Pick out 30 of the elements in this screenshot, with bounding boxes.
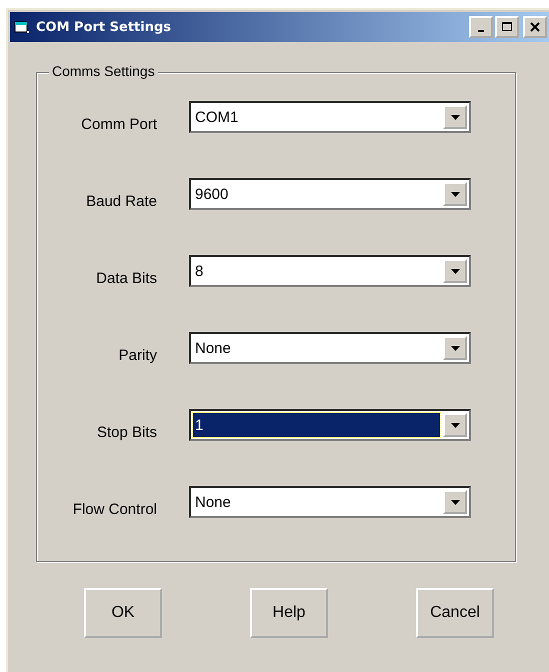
dropdown[interactable]: None [189,486,471,518]
field-label: Stop Bits [96,422,157,440]
field-label: Comm Port [80,114,157,132]
dialog-button[interactable]: OK [84,588,162,638]
group-title: Comms Settings [49,63,158,79]
close-button[interactable] [523,16,547,38]
dropdown-value: COM1 [194,108,240,128]
field-label: Flow Control [72,500,157,518]
dropdown[interactable]: None [189,332,471,364]
maximize-icon [502,22,512,32]
dropdown-value: 9600 [194,184,230,204]
dropdown-value: None [194,492,232,512]
dropdown-value: None [194,338,232,358]
dropdown[interactable]: 1 [189,409,471,441]
dropdown[interactable]: COM1 [189,101,471,133]
dropdown-value: 8 [194,262,204,282]
field-label: Baud Rate [85,192,157,210]
window-title: COM Port Settings [36,20,172,34]
dialog-button[interactable]: Cancel [416,588,494,638]
close-icon [530,22,540,32]
window-icon [14,20,30,34]
field-label: Data Bits [95,268,157,286]
dropdown[interactable]: 9600 [189,178,471,210]
dialog-button[interactable]: Help [250,588,328,638]
dropdown-value: 1 [193,413,440,437]
maximize-button[interactable] [495,16,519,38]
minimize-button[interactable] [469,16,493,38]
dropdown[interactable]: 8 [189,255,471,287]
field-label: Parity [118,346,157,364]
minimize-icon [478,30,484,32]
